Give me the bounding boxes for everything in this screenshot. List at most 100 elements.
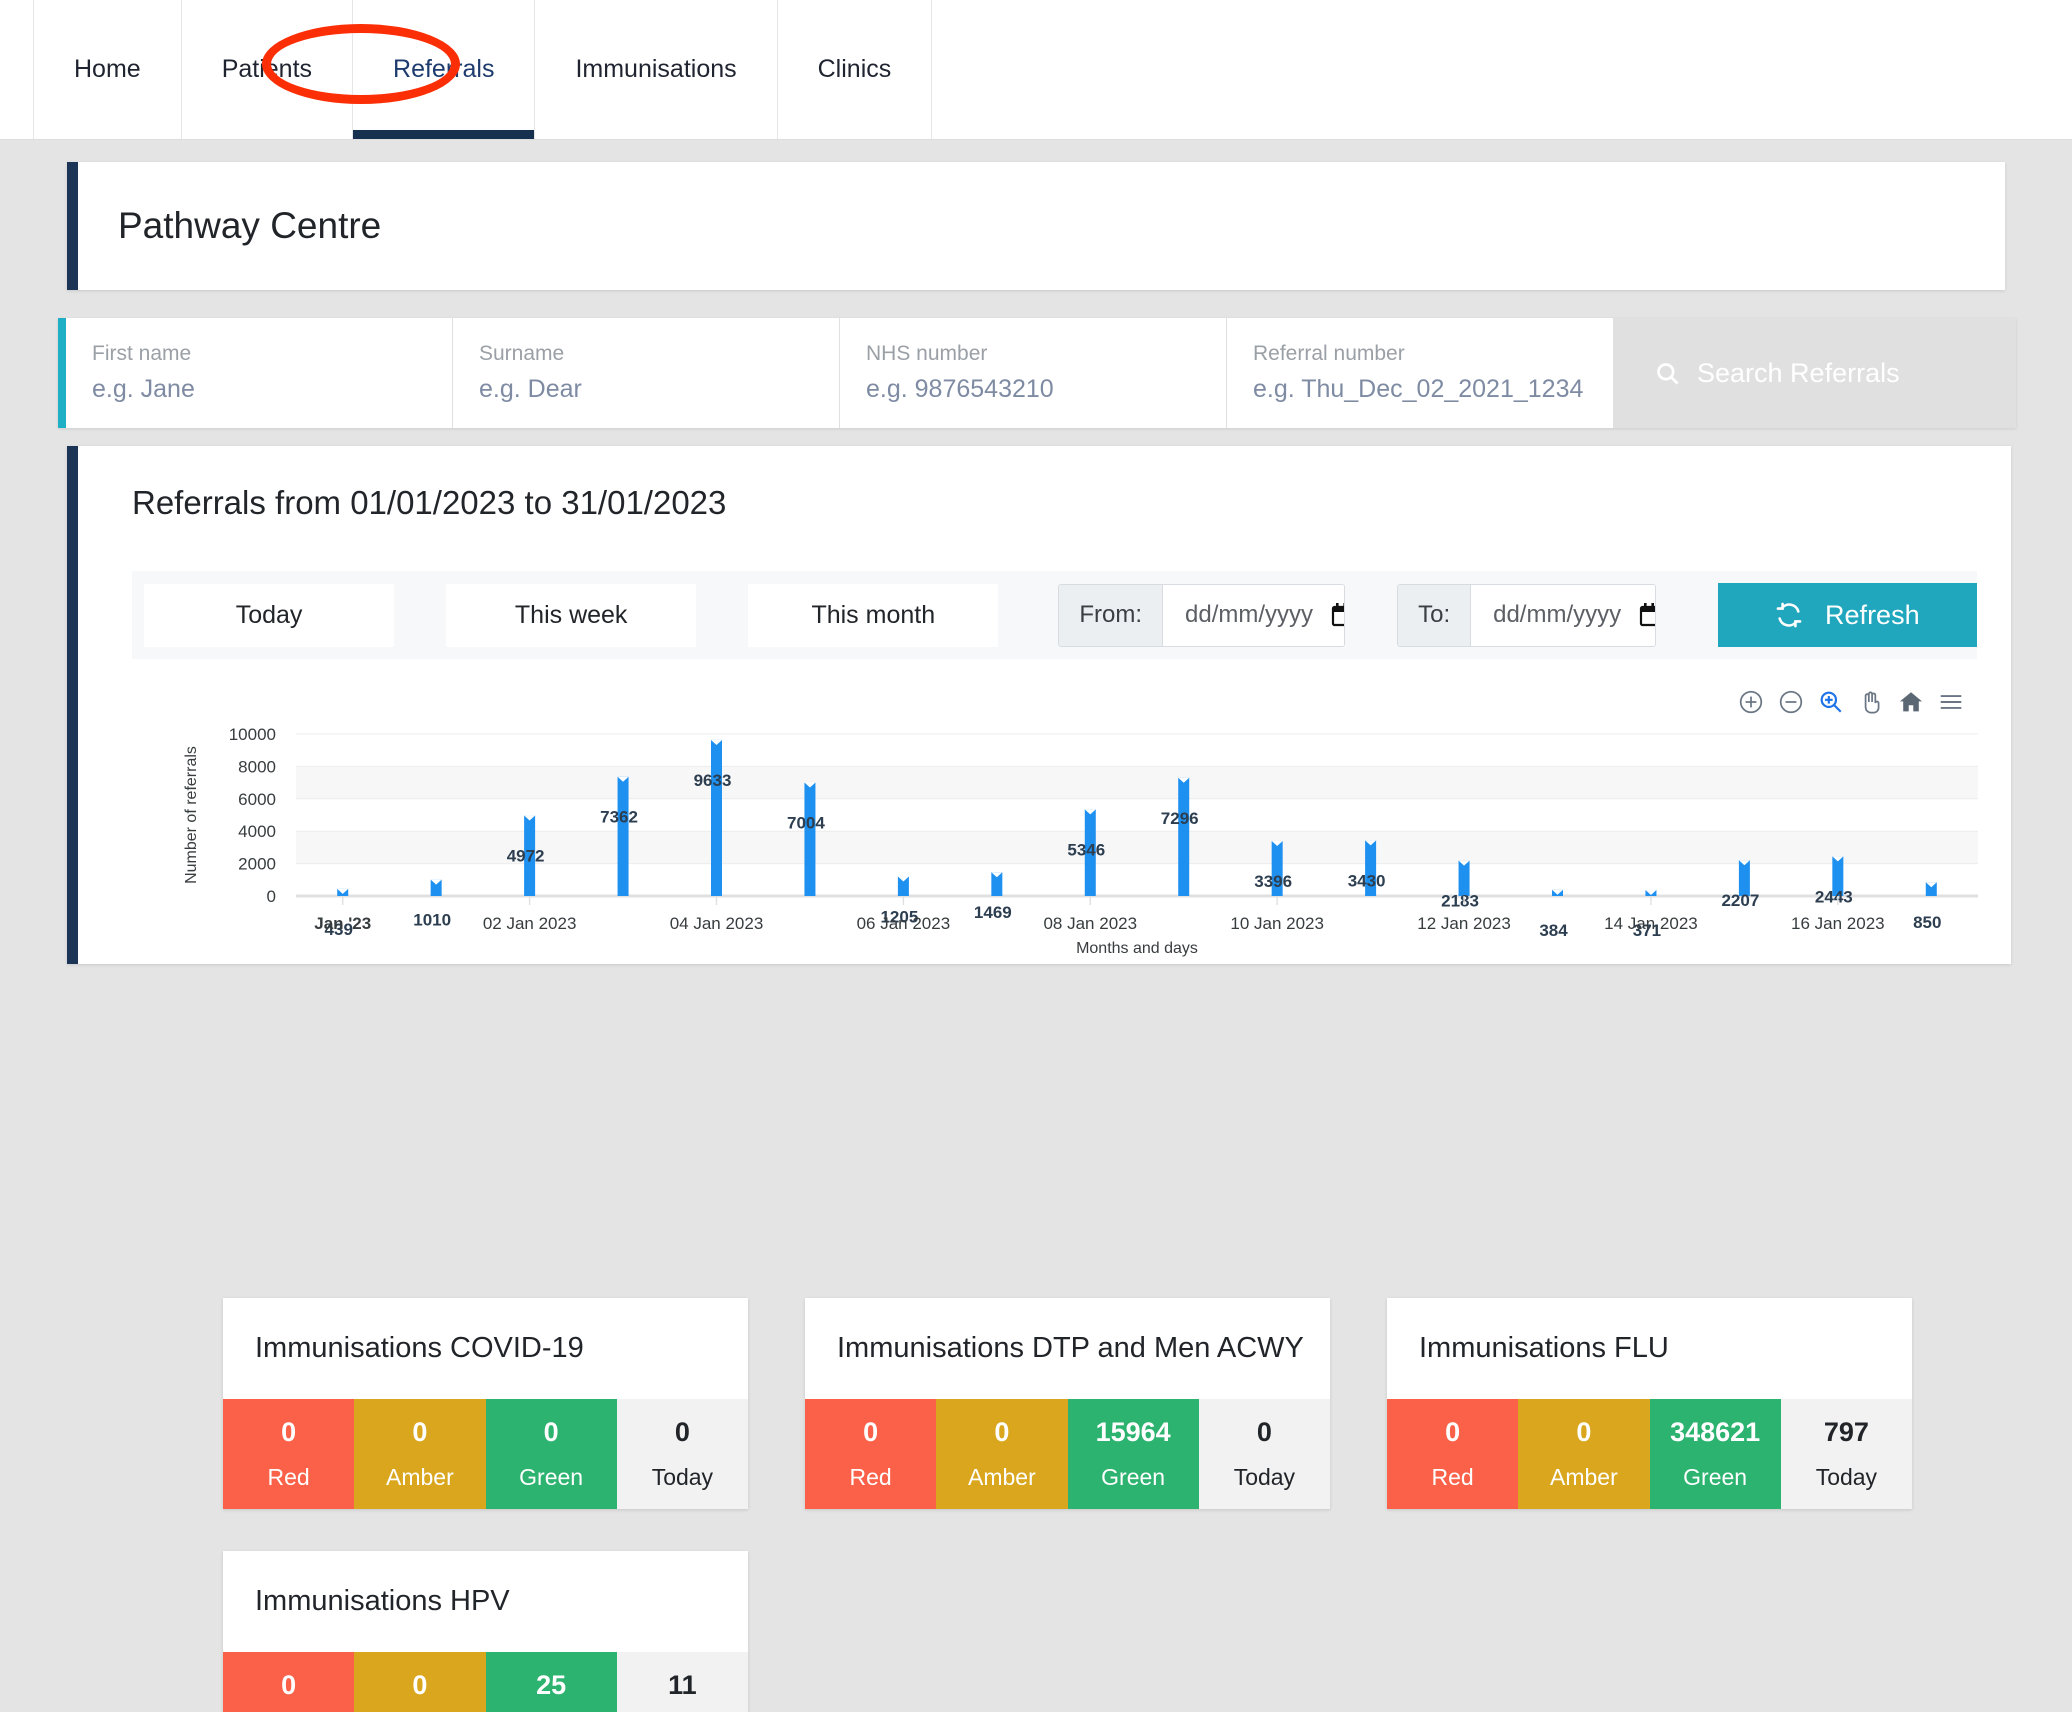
search-icon bbox=[1654, 360, 1681, 387]
stat-today[interactable]: 11 Today bbox=[617, 1652, 748, 1712]
stat-red[interactable]: 0 Red bbox=[1387, 1399, 1518, 1509]
menu-icon[interactable] bbox=[1938, 689, 1964, 715]
card-stats: 0 Red 0 Amber 0 Green 0 Today bbox=[223, 1399, 748, 1509]
stat-red[interactable]: 0 Red bbox=[223, 1652, 354, 1712]
nhs-number-field[interactable]: NHS number e.g. 9876543210 bbox=[840, 318, 1227, 428]
stat-red-caption: Red bbox=[1432, 1464, 1474, 1491]
zoom-out-icon[interactable] bbox=[1778, 689, 1804, 715]
range-this-month-label: This month bbox=[811, 601, 935, 630]
refresh-icon bbox=[1775, 601, 1803, 629]
range-today-button[interactable]: Today bbox=[144, 584, 394, 647]
nav-tab-patients[interactable]: Patients bbox=[182, 0, 353, 139]
first-name-label: First name bbox=[92, 342, 426, 366]
card-title: Immunisations DTP and Men ACWY bbox=[805, 1298, 1330, 1399]
chart-bar[interactable] bbox=[618, 777, 629, 896]
nav-tab-clinics[interactable]: Clinics bbox=[778, 0, 933, 139]
chart-bar[interactable] bbox=[804, 783, 815, 896]
stat-today-value: 0 bbox=[675, 1417, 690, 1448]
surname-input[interactable]: e.g. Dear bbox=[479, 375, 813, 404]
nhs-number-input[interactable]: e.g. 9876543210 bbox=[866, 375, 1200, 404]
to-date-value: dd/mm/yyyy bbox=[1493, 601, 1621, 629]
stat-today[interactable]: 0 Today bbox=[617, 1399, 748, 1509]
stat-red[interactable]: 0 Red bbox=[223, 1399, 354, 1509]
nhs-number-label: NHS number bbox=[866, 342, 1200, 366]
immunisation-card-covid19: Immunisations COVID-19 0 Red 0 Amber 0 G… bbox=[223, 1298, 748, 1509]
date-filter-row: Today This week This month From: dd/mm/y… bbox=[132, 571, 1977, 659]
stat-red-value: 0 bbox=[281, 1417, 296, 1448]
y-axis-title: Number of referrals bbox=[183, 746, 200, 884]
referrals-chart-card: Referrals from 01/01/2023 to 31/01/2023 … bbox=[67, 446, 2011, 964]
chart-bar-value-label: 7296 bbox=[1161, 809, 1199, 828]
referrals-bar-chart[interactable]: 0200040006000800010000Number of referral… bbox=[78, 718, 2011, 958]
chart-bar-value-label: 7362 bbox=[600, 808, 638, 827]
immunisation-card-flu: Immunisations FLU 0 Red 0 Amber 348621 G… bbox=[1387, 1298, 1912, 1509]
stat-today[interactable]: 797 Today bbox=[1781, 1399, 1912, 1509]
chart-bar-value-label: 3430 bbox=[1348, 871, 1386, 890]
to-date-group: To: dd/mm/yyyy bbox=[1397, 584, 1656, 647]
main-navigation: Home Patients Referrals Immunisations Cl… bbox=[0, 0, 2072, 140]
nav-tab-home[interactable]: Home bbox=[33, 0, 182, 139]
stat-red-value: 0 bbox=[863, 1417, 878, 1448]
card-title: Immunisations COVID-19 bbox=[223, 1298, 748, 1399]
stat-green[interactable]: 0 Green bbox=[486, 1399, 617, 1509]
stat-amber-value: 0 bbox=[412, 1670, 427, 1701]
stat-amber[interactable]: 0 Amber bbox=[936, 1399, 1067, 1509]
stat-amber-caption: Amber bbox=[1550, 1464, 1618, 1491]
page-title-card: Pathway Centre bbox=[67, 162, 2005, 290]
x-axis-tick-label: Jan '23 bbox=[314, 914, 371, 933]
referral-number-field[interactable]: Referral number e.g. Thu_Dec_02_2021_123… bbox=[1227, 318, 1614, 428]
stat-green-caption: Green bbox=[519, 1464, 583, 1491]
y-axis-tick-label: 8000 bbox=[238, 757, 276, 776]
chart-bar-value-label: 2183 bbox=[1441, 892, 1479, 911]
chart-bar-value-label: 5346 bbox=[1067, 840, 1105, 859]
surname-field[interactable]: Surname e.g. Dear bbox=[453, 318, 840, 428]
chart-band bbox=[296, 766, 1978, 798]
stat-amber[interactable]: 0 Amber bbox=[1518, 1399, 1649, 1509]
stat-today-value: 11 bbox=[668, 1670, 697, 1701]
nav-tab-referrals[interactable]: Referrals bbox=[353, 0, 535, 139]
stat-red-caption: Red bbox=[268, 1464, 310, 1491]
chart-bar[interactable] bbox=[1178, 778, 1189, 896]
immunisation-cards-grid: Immunisations COVID-19 0 Red 0 Amber 0 G… bbox=[223, 1298, 1923, 1712]
chart-bar[interactable] bbox=[711, 740, 722, 896]
range-this-week-label: This week bbox=[515, 601, 628, 630]
referral-search-bar: First name e.g. Jane Surname e.g. Dear N… bbox=[58, 318, 2016, 428]
card-stats: 0 Red 0 Amber 15964 Green 0 Today bbox=[805, 1399, 1330, 1509]
stat-amber[interactable]: 0 Amber bbox=[354, 1399, 485, 1509]
from-date-group: From: dd/mm/yyyy bbox=[1058, 584, 1345, 647]
range-this-week-button[interactable]: This week bbox=[446, 584, 696, 647]
first-name-input[interactable]: e.g. Jane bbox=[92, 375, 426, 404]
range-today-label: Today bbox=[236, 601, 303, 630]
nav-tab-label: Clinics bbox=[818, 55, 892, 84]
stat-red[interactable]: 0 Red bbox=[805, 1399, 936, 1509]
stat-green[interactable]: 348621 Green bbox=[1650, 1399, 1781, 1509]
calendar-icon[interactable] bbox=[1639, 603, 1656, 627]
reset-home-icon[interactable] bbox=[1898, 689, 1924, 715]
from-date-input[interactable]: dd/mm/yyyy bbox=[1163, 585, 1345, 646]
nav-tab-immunisations[interactable]: Immunisations bbox=[535, 0, 777, 139]
y-axis-tick-label: 0 bbox=[267, 887, 276, 906]
calendar-icon[interactable] bbox=[1331, 603, 1345, 627]
stat-amber[interactable]: 0 Amber bbox=[354, 1652, 485, 1712]
refresh-button[interactable]: Refresh bbox=[1718, 583, 1977, 647]
y-axis-tick-label: 2000 bbox=[238, 855, 276, 874]
selection-zoom-icon[interactable] bbox=[1818, 689, 1844, 715]
stat-green-caption: Green bbox=[1101, 1464, 1165, 1491]
search-referrals-button[interactable]: Search Referrals bbox=[1614, 318, 2016, 428]
chart-bar-value-label: 1010 bbox=[413, 911, 451, 930]
range-this-month-button[interactable]: This month bbox=[748, 584, 998, 647]
zoom-in-icon[interactable] bbox=[1738, 689, 1764, 715]
first-name-field[interactable]: First name e.g. Jane bbox=[66, 318, 453, 428]
stat-red-value: 0 bbox=[281, 1670, 296, 1701]
stat-today[interactable]: 0 Today bbox=[1199, 1399, 1330, 1509]
card-title: Immunisations FLU bbox=[1387, 1298, 1912, 1399]
referral-number-input[interactable]: e.g. Thu_Dec_02_2021_1234 bbox=[1253, 375, 1587, 404]
to-date-input[interactable]: dd/mm/yyyy bbox=[1471, 585, 1656, 646]
pan-icon[interactable] bbox=[1858, 689, 1884, 715]
from-date-value: dd/mm/yyyy bbox=[1185, 601, 1313, 629]
page-title: Pathway Centre bbox=[78, 205, 381, 247]
stat-red-value: 0 bbox=[1445, 1417, 1460, 1448]
stat-green[interactable]: 25 Green bbox=[486, 1652, 617, 1712]
card-stats: 0 Red 0 Amber 25 Green 11 Today bbox=[223, 1652, 748, 1712]
stat-green[interactable]: 15964 Green bbox=[1068, 1399, 1199, 1509]
